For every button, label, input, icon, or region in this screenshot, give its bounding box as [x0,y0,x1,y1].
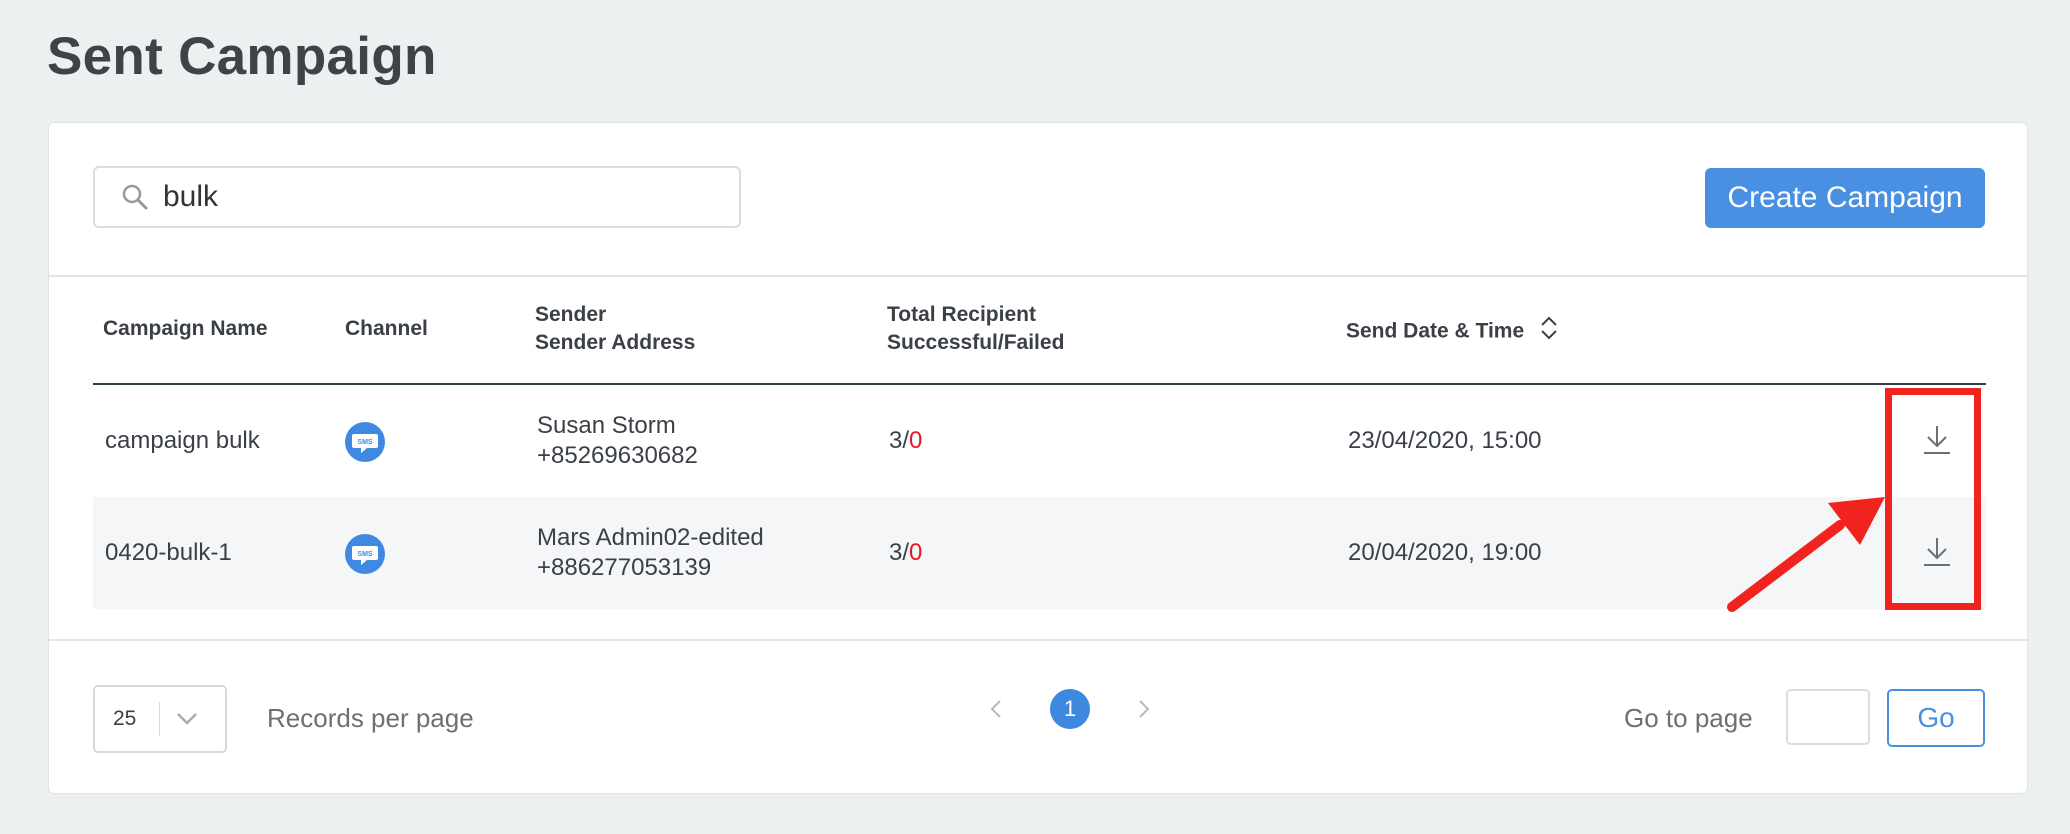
select-separator [159,702,160,736]
svg-text:SMS: SMS [357,551,373,558]
campaign-name: campaign bulk [105,427,260,454]
annotation-arrow-icon [1727,497,1885,612]
sender-name: Susan Storm [537,412,676,439]
records-per-page-label: Records per page [267,703,474,733]
failed-count: 0 [909,539,923,566]
sender-address: +85269630682 [537,442,698,469]
recipient-count: 3/0 [889,426,922,456]
header-campaign-name: Campaign Name [103,317,268,340]
table-header: Campaign Name Channel Sender Sender Addr… [93,275,1986,385]
campaign-name: 0420-bulk-1 [105,539,232,566]
highlight-box [1885,388,1981,610]
search-box[interactable] [93,166,741,228]
chevron-right-icon[interactable] [1132,697,1156,721]
per-page-value: 25 [113,707,137,730]
per-page-select[interactable]: 25 [93,685,227,753]
search-input[interactable] [161,179,685,215]
header-sender: Sender Sender Address [535,301,695,357]
sort-icon[interactable] [1540,315,1558,349]
header-sender-line2: Sender Address [535,331,696,354]
svg-text:SMS: SMS [357,439,373,446]
table-row: campaign bulk SMS Susan Storm +852696306… [93,385,1986,497]
header-recipient-line1: Total Recipient [887,303,1036,326]
chevron-down-icon[interactable] [176,712,198,726]
failed-count: 0 [909,427,923,454]
header-channel: Channel [345,317,428,340]
successful-count: 3/ [889,539,910,566]
sender-name: Mars Admin02-edited [537,524,764,551]
chevron-left-icon[interactable] [984,697,1008,721]
pagination: 1 [984,689,1156,729]
go-to-page-label: Go to page [1624,703,1753,733]
divider [49,639,2027,641]
table-row: 0420-bulk-1 SMS Mars Admin02-edited +886… [93,497,1986,609]
successful-count: 3/ [889,427,910,454]
search-icon [121,183,149,211]
header-total-recipient: Total Recipient Successful/Failed [887,301,1064,357]
go-to-page-input[interactable] [1786,689,1870,745]
page-title: Sent Campaign [47,27,437,86]
header-send-date-label: Send Date & Time [1346,319,1525,343]
header-recipient-line2: Successful/Failed [887,331,1065,354]
send-date: 23/04/2020, 15:00 [1348,427,1542,454]
sms-icon: SMS [345,534,385,574]
send-date: 20/04/2020, 19:00 [1348,539,1542,566]
recipient-count: 3/0 [889,538,922,568]
sender-info: Susan Storm +85269630682 [537,411,698,471]
sms-icon: SMS [345,422,385,462]
sender-info: Mars Admin02-edited +886277053139 [537,523,764,583]
sender-address: +886277053139 [537,554,712,581]
campaign-card: Create Campaign Campaign Name Channel Se… [48,122,2028,794]
page-number-current[interactable]: 1 [1050,689,1090,729]
create-campaign-button[interactable]: Create Campaign [1705,168,1985,228]
header-sender-line1: Sender [535,303,607,326]
go-button[interactable]: Go [1887,689,1985,747]
header-send-date[interactable]: Send Date & Time [1346,315,1558,349]
